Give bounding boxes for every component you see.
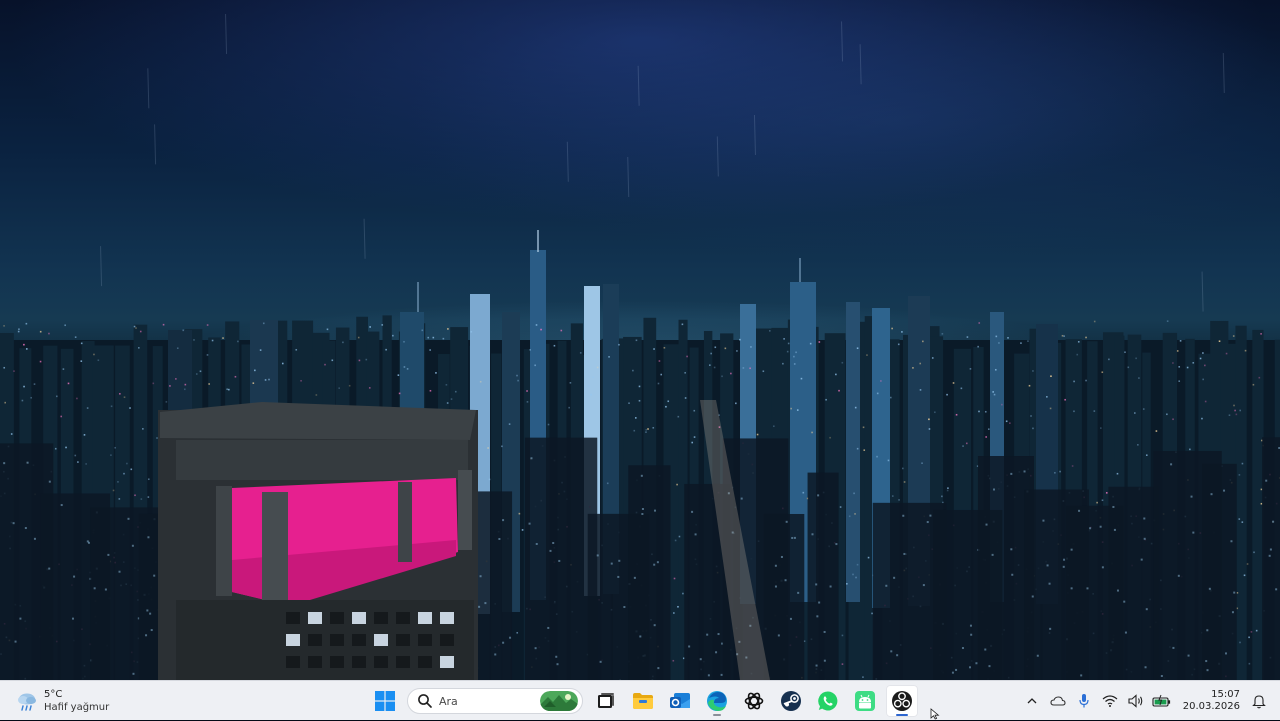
android-icon: [854, 690, 876, 712]
search-highlight-icon: [540, 691, 578, 711]
clock-time: 15:07: [1211, 689, 1240, 701]
clock[interactable]: 15:07 20.03.2026: [1183, 689, 1240, 713]
microphone-button[interactable]: [1073, 689, 1095, 713]
notification-bell-icon: [1252, 693, 1266, 709]
mouse-cursor-icon: [930, 708, 940, 720]
search-icon: [417, 693, 433, 709]
chatgpt-button[interactable]: [738, 685, 770, 717]
chevron-up-icon: [1026, 695, 1038, 707]
onedrive-button[interactable]: [1047, 689, 1069, 713]
weather-condition: Hafif yağmur: [44, 701, 109, 714]
file-explorer-button[interactable]: [627, 685, 659, 717]
edge-button[interactable]: [701, 685, 733, 717]
start-button[interactable]: [369, 685, 401, 717]
running-indicator: [896, 714, 908, 716]
clock-date: 20.03.2026: [1183, 701, 1240, 713]
search-box[interactable]: [407, 688, 583, 714]
whatsapp-button[interactable]: [812, 685, 844, 717]
taskbar: 5°C Hafif yağmur: [0, 680, 1280, 720]
speaker-icon: [1128, 694, 1144, 708]
task-view-button[interactable]: [590, 685, 622, 717]
steam-button[interactable]: [775, 685, 807, 717]
steam-icon: [780, 690, 802, 712]
openai-icon: [743, 690, 765, 712]
show-hidden-icons-button[interactable]: [1021, 689, 1043, 713]
obs-studio-button[interactable]: [886, 685, 918, 717]
search-input[interactable]: [439, 695, 529, 708]
city-skyline-image: [0, 0, 1280, 680]
network-button[interactable]: [1099, 689, 1121, 713]
obs-icon: [891, 690, 913, 712]
weather-widget[interactable]: 5°C Hafif yağmur: [14, 685, 109, 717]
system-tray: 15:07 20.03.2026: [1019, 681, 1280, 721]
whatsapp-icon: [817, 690, 839, 712]
android-app-button[interactable]: [849, 685, 881, 717]
weather-temperature: 5°C: [44, 688, 109, 701]
wifi-icon: [1102, 694, 1118, 708]
volume-button[interactable]: [1125, 689, 1147, 713]
windows-logo-icon: [375, 691, 395, 711]
rain-cloud-icon: [14, 688, 40, 714]
task-view-icon: [597, 692, 615, 710]
battery-icon: [1152, 694, 1172, 708]
desktop-wallpaper: [0, 0, 1280, 680]
notification-center-button[interactable]: [1248, 689, 1270, 713]
cloud-icon: [1050, 695, 1066, 707]
battery-button[interactable]: [1151, 689, 1173, 713]
mail-icon: [669, 691, 691, 711]
outlook-button[interactable]: [664, 685, 696, 717]
folder-icon: [632, 691, 654, 711]
microphone-icon: [1078, 693, 1090, 709]
running-indicator: [713, 714, 721, 716]
edge-icon: [706, 690, 728, 712]
taskbar-center: [366, 685, 920, 717]
